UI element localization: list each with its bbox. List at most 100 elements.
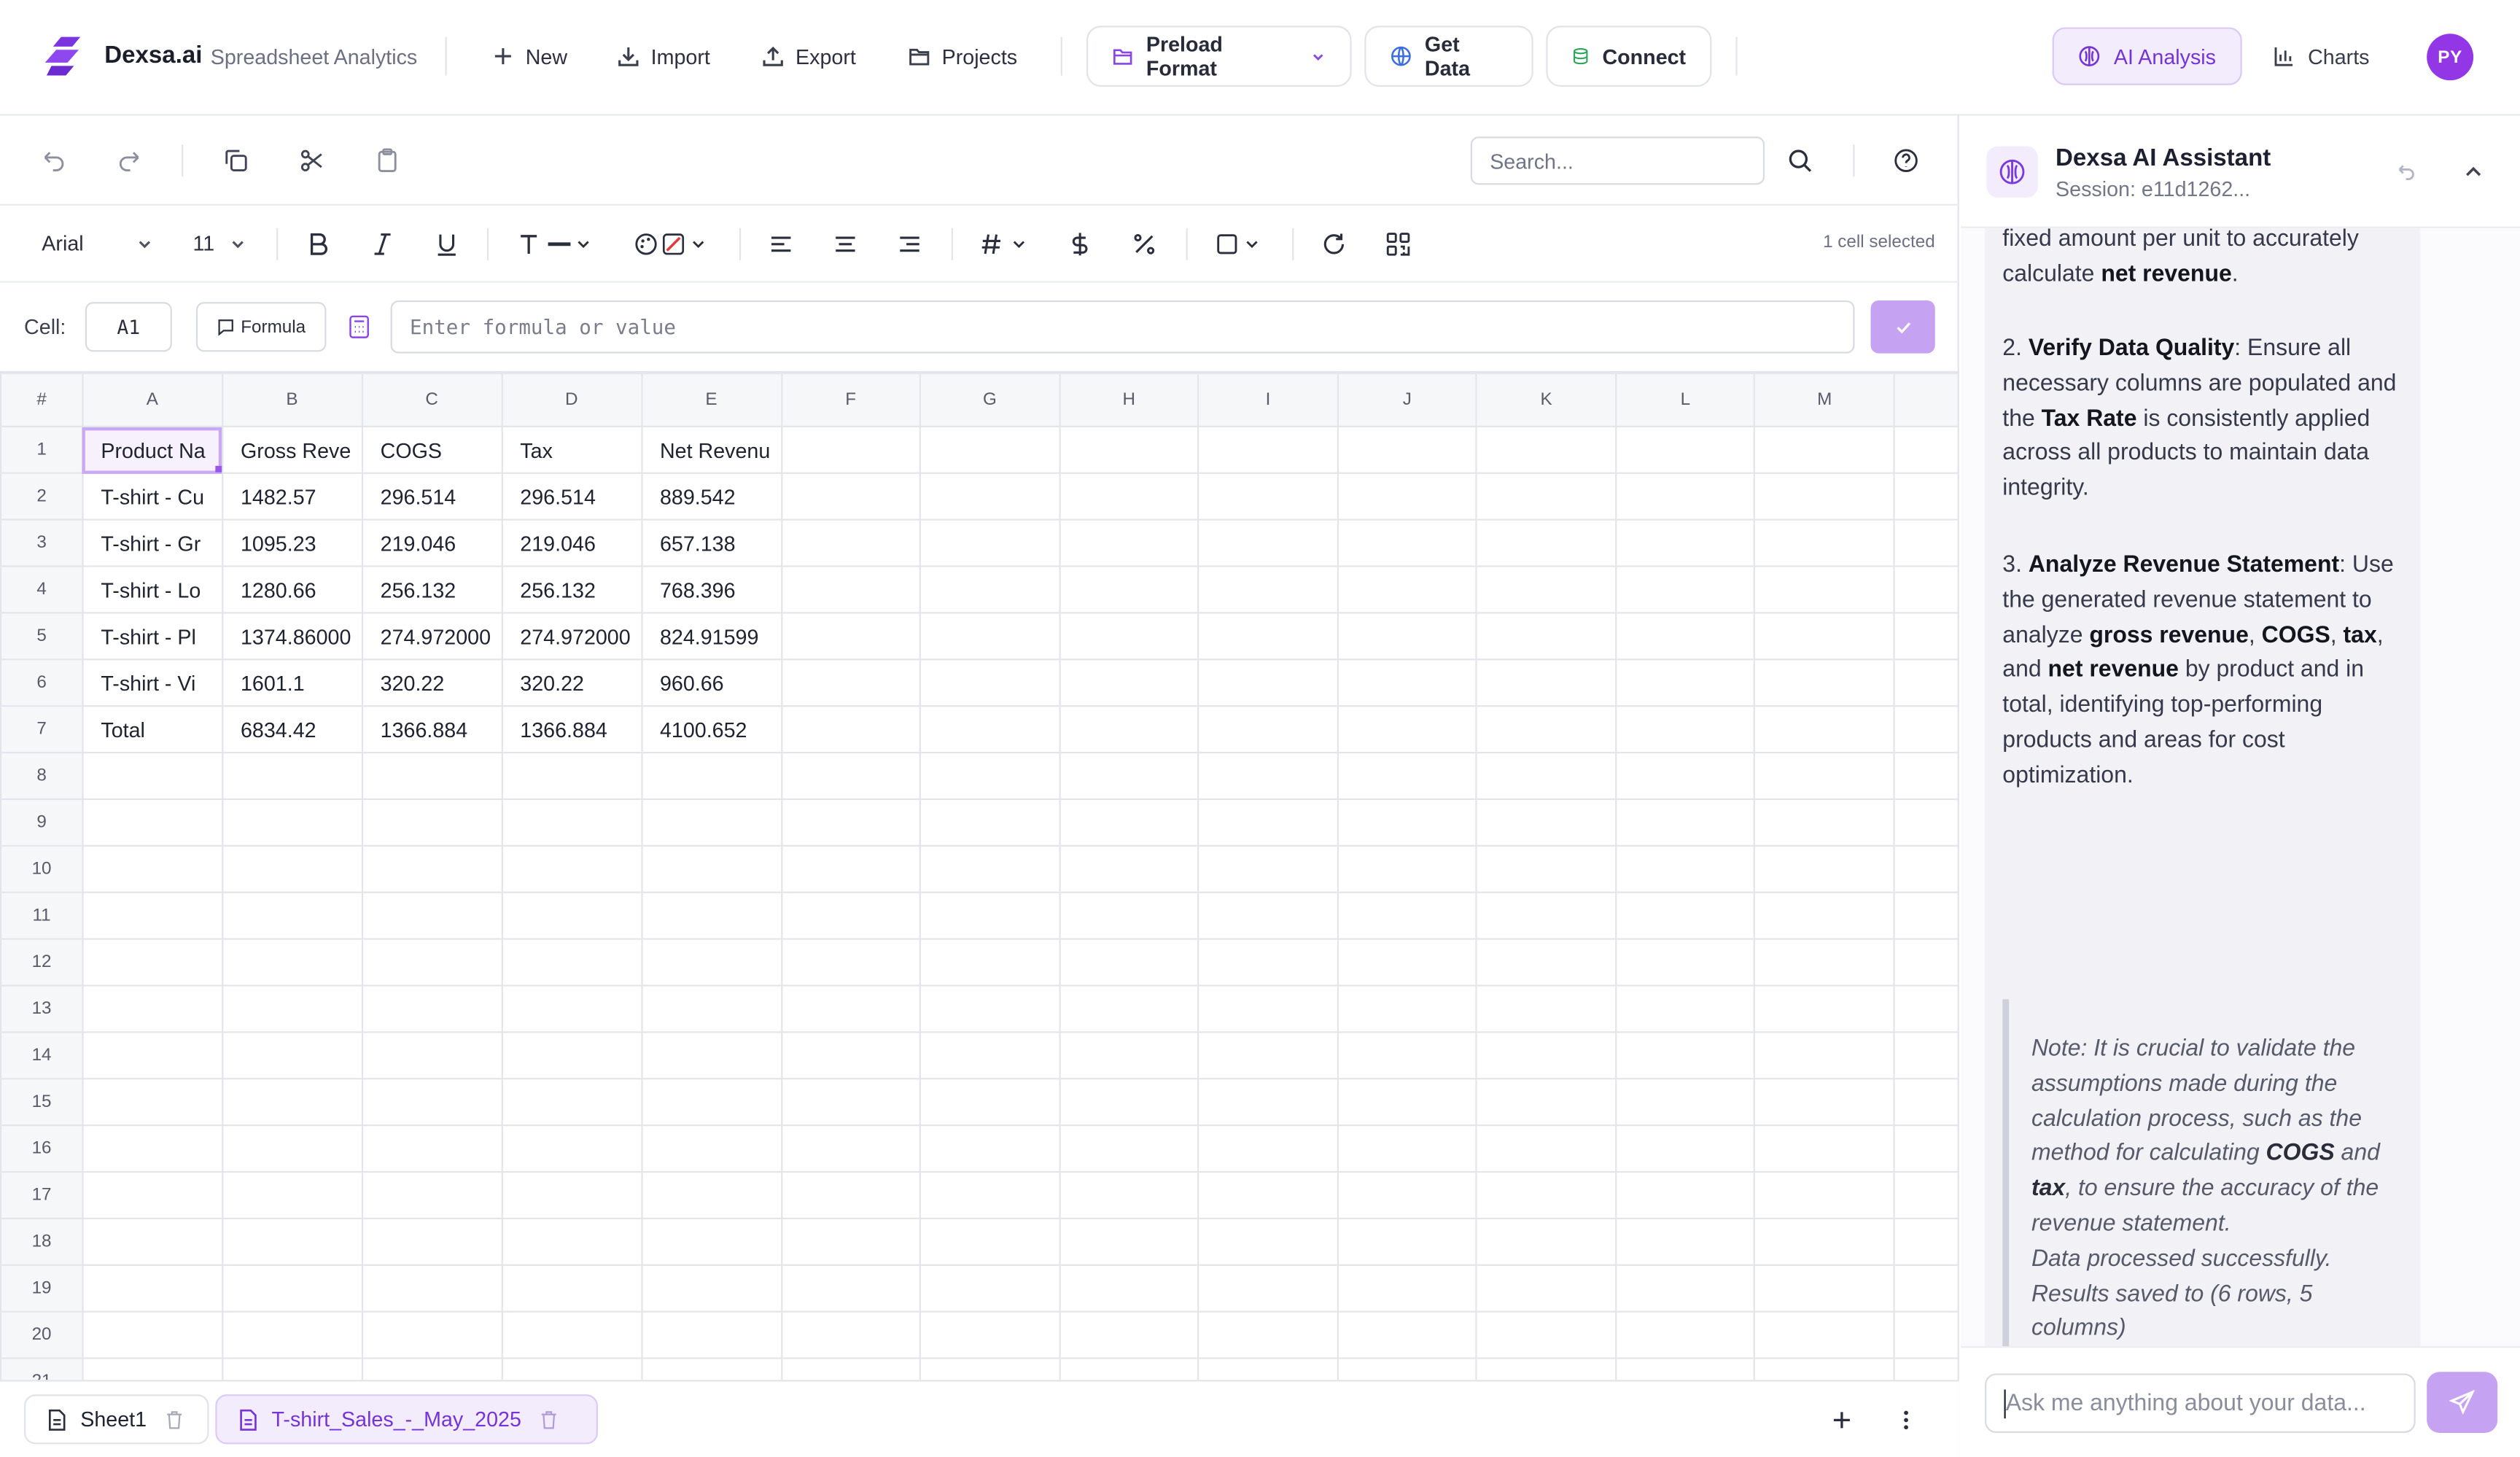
grid-cell[interactable] bbox=[361, 891, 503, 940]
grid-cell[interactable] bbox=[640, 891, 782, 940]
color-palette-dropdown[interactable] bbox=[633, 230, 710, 259]
grid-cell[interactable] bbox=[361, 1078, 503, 1127]
grid-cell[interactable] bbox=[221, 1124, 363, 1173]
grid-cell[interactable] bbox=[1058, 751, 1199, 801]
grid-cell[interactable] bbox=[1614, 1031, 1756, 1080]
grid-cell[interactable] bbox=[1337, 1078, 1478, 1127]
grid-cell[interactable] bbox=[640, 1217, 782, 1266]
grid-cell[interactable] bbox=[1197, 891, 1339, 940]
row-header[interactable]: 12 bbox=[0, 938, 84, 987]
grid-cell[interactable] bbox=[919, 1217, 1060, 1266]
row-header[interactable]: 13 bbox=[0, 984, 84, 1033]
grid-cell[interactable] bbox=[780, 705, 922, 754]
column-header-g[interactable]: G bbox=[919, 373, 1060, 427]
align-center-icon[interactable] bbox=[831, 230, 860, 259]
grid-cell[interactable] bbox=[1754, 425, 1895, 474]
grid-cell[interactable]: 1374.86000 bbox=[221, 612, 363, 661]
calculator-icon[interactable] bbox=[349, 315, 370, 339]
cell-reference-field[interactable]: A1 bbox=[85, 302, 172, 352]
grid-cell[interactable] bbox=[1614, 1357, 1756, 1380]
grid-cell[interactable] bbox=[81, 984, 223, 1033]
grid-cell[interactable] bbox=[1476, 612, 1617, 661]
grid-cell[interactable] bbox=[640, 1124, 782, 1173]
grid-cell[interactable] bbox=[640, 1310, 782, 1359]
grid-cell[interactable] bbox=[1476, 891, 1617, 940]
grid-cell[interactable] bbox=[221, 1078, 363, 1127]
grid-cell[interactable]: 296.514 bbox=[500, 472, 642, 521]
grid-cell[interactable] bbox=[81, 1078, 223, 1127]
grid-cell[interactable] bbox=[1754, 798, 1895, 847]
search-input[interactable]: Search... bbox=[1470, 136, 1765, 185]
percent-icon[interactable] bbox=[1129, 230, 1159, 259]
grid-cell[interactable] bbox=[1058, 705, 1199, 754]
grid-cell[interactable] bbox=[1754, 705, 1895, 754]
grid-cell[interactable] bbox=[1058, 1078, 1199, 1127]
grid-cell[interactable] bbox=[1754, 984, 1895, 1033]
grid-cell[interactable] bbox=[500, 938, 642, 987]
grid-cell[interactable] bbox=[1893, 891, 1959, 940]
qr-scan-icon[interactable] bbox=[1384, 230, 1413, 259]
chat-input[interactable]: Ask me anything about your data... bbox=[1985, 1373, 2416, 1433]
grid-cell[interactable] bbox=[1614, 844, 1756, 893]
grid-cell[interactable]: Gross Reve bbox=[221, 425, 363, 474]
grid-cell[interactable]: 274.972000 bbox=[361, 612, 503, 661]
row-header[interactable]: 11 bbox=[0, 891, 84, 940]
grid-cell[interactable] bbox=[221, 938, 363, 987]
grid-cell[interactable] bbox=[1614, 751, 1756, 801]
grid-cell[interactable] bbox=[780, 844, 922, 893]
grid-cell[interactable]: 320.22 bbox=[500, 658, 642, 707]
grid-cell[interactable] bbox=[780, 751, 922, 801]
grid-cell[interactable] bbox=[640, 1264, 782, 1313]
grid-cell[interactable] bbox=[1476, 518, 1617, 567]
grid-cell[interactable] bbox=[1058, 844, 1199, 893]
grid-cell[interactable] bbox=[1893, 705, 1959, 754]
grid-cell[interactable] bbox=[1893, 1031, 1959, 1080]
add-sheet-plus-icon[interactable] bbox=[1830, 1409, 1853, 1431]
grid-cell[interactable] bbox=[1337, 798, 1478, 847]
grid-cell[interactable] bbox=[919, 518, 1060, 567]
grid-cell[interactable] bbox=[500, 1170, 642, 1220]
font-size-select[interactable]: 11 bbox=[192, 231, 214, 255]
grid-cell[interactable]: T-shirt - Cu bbox=[81, 472, 223, 521]
sheet-tab-tshirt-sales[interactable]: T-shirt_Sales_-_May_2025 bbox=[215, 1394, 598, 1445]
grid-cell[interactable] bbox=[1893, 1310, 1959, 1359]
grid-cell[interactable] bbox=[1337, 938, 1478, 987]
row-header[interactable]: 14 bbox=[0, 1031, 84, 1080]
row-header[interactable]: 15 bbox=[0, 1078, 84, 1127]
grid-cell[interactable] bbox=[1058, 1124, 1199, 1173]
row-header[interactable]: 21 bbox=[0, 1357, 84, 1380]
grid-cell[interactable] bbox=[1337, 518, 1478, 567]
grid-cell[interactable] bbox=[500, 751, 642, 801]
grid-cell[interactable] bbox=[640, 1357, 782, 1380]
help-icon[interactable] bbox=[1891, 146, 1921, 175]
grid-cell[interactable] bbox=[919, 891, 1060, 940]
grid-cell[interactable] bbox=[1058, 612, 1199, 661]
column-header-m[interactable]: M bbox=[1754, 373, 1895, 427]
grid-cell[interactable] bbox=[1614, 518, 1756, 567]
grid-cell[interactable] bbox=[780, 891, 922, 940]
column-header-i[interactable]: I bbox=[1197, 373, 1339, 427]
grid-cell[interactable] bbox=[1197, 938, 1339, 987]
send-button[interactable] bbox=[2427, 1372, 2498, 1433]
grid-cell[interactable] bbox=[1754, 751, 1895, 801]
grid-cell[interactable] bbox=[919, 1031, 1060, 1080]
grid-cell[interactable] bbox=[1197, 1264, 1339, 1313]
grid-cell[interactable] bbox=[919, 658, 1060, 707]
grid-cell[interactable] bbox=[1893, 1264, 1959, 1313]
grid-cell[interactable]: 6834.42 bbox=[221, 705, 363, 754]
grid-cell[interactable] bbox=[919, 425, 1060, 474]
border-dropdown[interactable] bbox=[1213, 230, 1268, 259]
grid-cell[interactable]: 219.046 bbox=[361, 518, 503, 567]
grid-cell[interactable] bbox=[1197, 472, 1339, 521]
column-header-d[interactable]: D bbox=[500, 373, 642, 427]
grid-cell[interactable] bbox=[1476, 565, 1617, 614]
grid-cell[interactable] bbox=[81, 798, 223, 847]
column-header-b[interactable]: B bbox=[221, 373, 363, 427]
grid-cell[interactable] bbox=[81, 891, 223, 940]
row-header[interactable]: 4 bbox=[0, 565, 84, 614]
column-header-f[interactable]: F bbox=[780, 373, 922, 427]
grid-cell[interactable] bbox=[780, 984, 922, 1033]
grid-cell[interactable]: 960.66 bbox=[640, 658, 782, 707]
trash-icon[interactable] bbox=[166, 1410, 183, 1429]
grid-cell[interactable] bbox=[1058, 891, 1199, 940]
